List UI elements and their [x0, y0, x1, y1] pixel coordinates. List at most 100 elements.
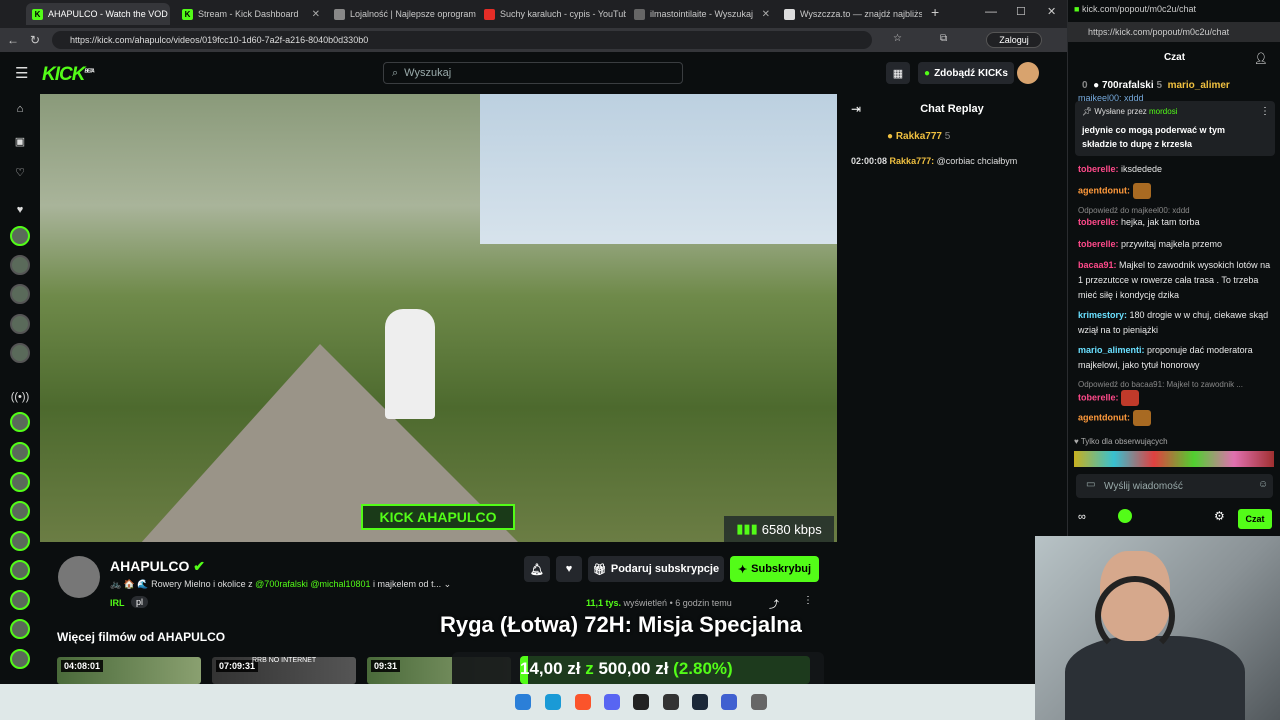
new-tab-button[interactable]: + [931, 4, 939, 20]
followers-only-notice: ♥ Tylko dla obserwujących [1074, 437, 1168, 446]
maximize-button[interactable]: ☐ [1016, 5, 1026, 18]
search-icon [634, 8, 645, 20]
tab-wyszczza[interactable]: Wyszczza.to — znajdź najbliższa✕ [778, 3, 922, 25]
live-channel-avatar[interactable] [10, 501, 30, 521]
category-link[interactable]: IRL [110, 598, 125, 608]
users-icon[interactable]: 👤︎ [1254, 52, 1268, 65]
signal-icon: ▮▮▮ [736, 521, 758, 536]
app-icon[interactable] [721, 694, 737, 710]
menu-icon[interactable]: ☰ [15, 64, 28, 82]
followed-channel-avatar[interactable] [10, 343, 30, 363]
url-field[interactable]: https://kick.com/ahapulco/videos/019fcc1… [52, 31, 872, 49]
edge-icon[interactable] [545, 694, 561, 710]
tab-ahapulco[interactable]: KAHAPULCO - Watch the VOD✕ [26, 3, 170, 25]
more-icon[interactable]: ⋮ [1260, 106, 1270, 117]
more-videos-title: Więcej filmów od AHAPULCO [57, 630, 226, 644]
video-player[interactable]: KICK AHAPULCO ▮▮▮ 6580 kbps [40, 94, 837, 542]
epic-games-icon[interactable] [663, 694, 679, 710]
followed-channel-avatar[interactable] [10, 255, 30, 275]
live-channel-avatar[interactable] [10, 590, 30, 610]
live-channel-avatar[interactable] [10, 472, 30, 492]
chevron-down-icon[interactable]: ⌄ [444, 579, 452, 589]
emoji-icon[interactable]: ☺ [1258, 479, 1268, 490]
send-chat-button[interactable]: Czat [1238, 509, 1272, 529]
followed-channel-avatar[interactable] [10, 314, 30, 334]
extensions-icon[interactable]: ⧉ [940, 33, 947, 44]
star-icon: ✦ [737, 563, 748, 576]
chat-message: mario_alimenti: proponuje dać moderatora… [1078, 345, 1253, 370]
headphones [1095, 576, 1175, 656]
live-channel-avatar[interactable] [10, 560, 30, 580]
video-thumbnail[interactable]: 04:08:01 [57, 657, 201, 684]
popout-chat-window: ■ kick.com/popout/m0c2u/chat https://kic… [1067, 0, 1280, 536]
layout-icon[interactable]: ▦ [886, 62, 910, 84]
tab-youtube[interactable]: Suchy karaluch - cypis - YouTube✕ [478, 3, 626, 25]
video-thumbnail[interactable]: 07:09:31 RRB NO INTERNET [212, 657, 356, 684]
live-channel-avatar[interactable] [10, 412, 30, 432]
browse-icon[interactable]: ▣ [10, 131, 30, 151]
gift-subs-button[interactable]: 🎁︎ Podaruj subskrypcje [588, 556, 724, 582]
close-icon[interactable]: ✕ [762, 9, 770, 20]
chat-input[interactable]: ▭ Wyślij wiadomość ☺ [1076, 474, 1273, 498]
favorite-icon[interactable]: ☆ [893, 33, 902, 44]
video-rider [385, 309, 435, 419]
chat-message: toberelle: przywitaj majkela przemo [1078, 239, 1223, 249]
minimize-button[interactable]: — [985, 4, 997, 18]
favorites-icon[interactable]: ♥ [10, 200, 30, 220]
channel-name[interactable]: AHAPULCO ✔ [110, 558, 205, 575]
popout-url-field[interactable]: https://kick.com/popout/m0c2u/chat [1068, 22, 1280, 42]
following-icon[interactable]: ♡ [10, 162, 30, 182]
close-icon[interactable]: ✕ [312, 9, 320, 20]
back-icon[interactable]: ← [7, 33, 19, 47]
taskbar [0, 684, 1035, 720]
login-button[interactable]: Zaloguj [986, 32, 1042, 48]
notify-button[interactable]: 🔔︎ [524, 556, 550, 582]
emote-icon [1132, 410, 1151, 426]
emote-icon [1132, 183, 1151, 199]
subscribe-button[interactable]: ✦ Subskrybuj [730, 556, 819, 582]
get-kicks-button[interactable]: ● Zdobądź KICKs [918, 62, 1014, 84]
settings-icon[interactable]: ⚙ [1214, 509, 1225, 523]
windows-start-icon[interactable] [515, 694, 531, 710]
chat-bubble-icon: ▭ [1086, 479, 1096, 490]
reload-icon[interactable]: ↻ [30, 33, 40, 47]
obs-icon[interactable] [751, 694, 767, 710]
tab-kick-dashboard[interactable]: K Stream - Kick Dashboard ✕ [176, 3, 326, 25]
kicks-coin-icon[interactable] [1118, 509, 1132, 523]
goal-text: 14,00 zł z 500,00 zł (2.80%) [520, 659, 733, 678]
youtube-icon [484, 8, 495, 20]
chat-message: toberelle: hejka, jak tam torba [1078, 217, 1200, 227]
kick-icon: ■ [1074, 4, 1080, 14]
follow-button[interactable]: ♥ [556, 556, 582, 582]
tab-lojalnosc[interactable]: Lojalność | Najlepsze oprogram✕ [328, 3, 476, 25]
left-nav: ⌂ ▣ ♡ ♥ ((•)) [0, 94, 40, 684]
search-input[interactable]: ⌕ Wyszukaj [383, 62, 683, 84]
stream-banner: Ryga (Łotwa) 72H: Misja Specjalna [440, 612, 802, 637]
kick-icon: K [182, 8, 193, 20]
live-channel-avatar[interactable] [10, 619, 30, 639]
share-icon[interactable]: ⤴ [769, 596, 779, 611]
tab-search[interactable]: ilmastointilaite - Wyszukaj ✕ [628, 3, 776, 25]
streamer-app-icon[interactable] [633, 694, 649, 710]
followed-channel-avatar[interactable] [10, 226, 30, 246]
video-sky [480, 94, 837, 244]
channel-avatar[interactable] [58, 556, 100, 598]
live-channel-avatar[interactable] [10, 531, 30, 551]
channel-description: 🚲 🏠 🌊 Rowery Mielno i okolice z @700rafa… [110, 579, 452, 589]
tab-icon [784, 8, 795, 20]
emote-bar[interactable] [1074, 451, 1274, 467]
brave-icon[interactable] [575, 694, 591, 710]
live-channel-avatar[interactable] [10, 442, 30, 462]
discord-icon[interactable] [604, 694, 620, 710]
live-channel-avatar[interactable] [10, 649, 30, 669]
more-icon[interactable]: ⋮ [803, 595, 813, 606]
kick-logo[interactable]: KICKBETA [42, 64, 95, 86]
chat-message: agentdonut: [1078, 183, 1273, 199]
home-icon[interactable]: ⌂ [10, 99, 30, 119]
user-avatar[interactable] [1017, 62, 1039, 84]
followed-channel-avatar[interactable] [10, 284, 30, 304]
points-icon[interactable]: ∞ [1078, 511, 1086, 523]
close-window-button[interactable]: ✕ [1047, 5, 1056, 18]
live-icon[interactable]: ((•)) [10, 387, 30, 407]
steam-icon[interactable] [692, 694, 708, 710]
